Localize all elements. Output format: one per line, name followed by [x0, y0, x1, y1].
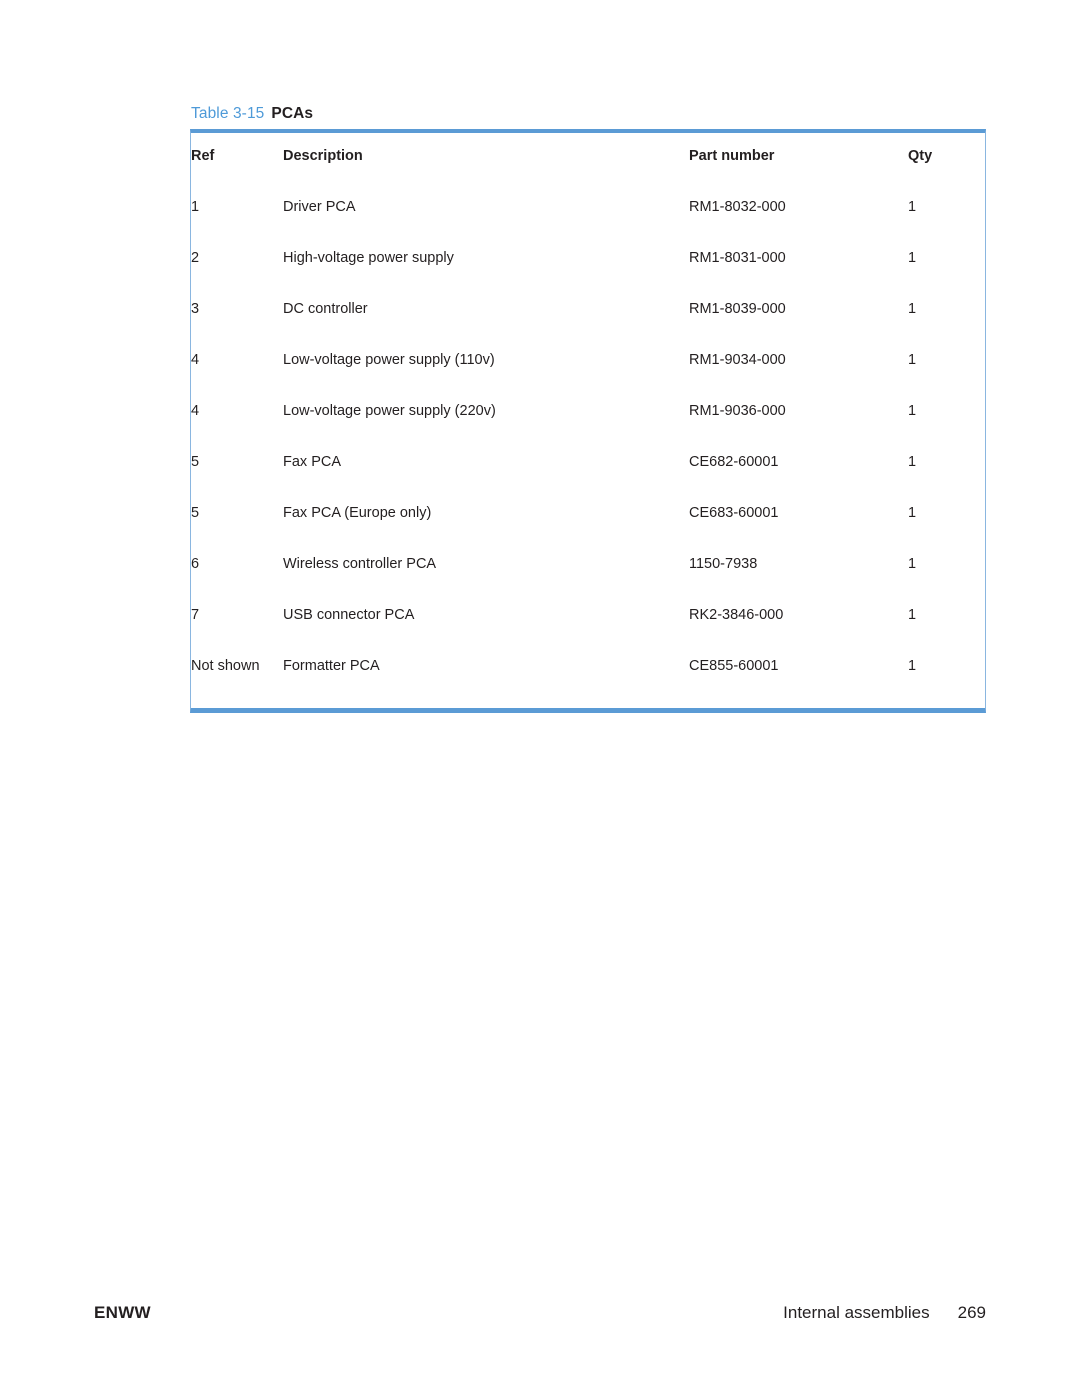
footer-chapter-title: Internal assemblies [783, 1303, 930, 1322]
footer-right-group: Internal assemblies 269 [783, 1303, 986, 1323]
column-header-part-number: Part number [689, 148, 775, 164]
cell-description: USB connector PCA [283, 607, 415, 623]
cell-ref: 7 [191, 607, 200, 623]
cell-ref: Not shown [191, 658, 260, 674]
table-caption-label: Table 3-15 [191, 105, 265, 122]
cell-ref: 5 [191, 454, 200, 470]
column-header-qty: Qty [908, 148, 933, 164]
cell-qty: 1 [908, 301, 917, 317]
parts-table-head: Ref Description Part number Qty [191, 133, 987, 182]
cell-ref: 6 [191, 556, 200, 572]
table-caption: Table 3-15 PCAs [191, 105, 313, 123]
table-header-row: Ref Description Part number Qty [191, 133, 987, 182]
cell-description: Wireless controller PCA [283, 556, 437, 572]
cell-part-number: CE682-60001 [689, 454, 779, 470]
table-row: Not shown Formatter PCA CE855-60001 1 [191, 641, 987, 708]
parts-table-body: 1 Driver PCA RM1-8032-000 1 2 High-voltage po… [191, 182, 987, 708]
table-row: 5 Fax PCA (Europe only) CE683-60001 1 [191, 488, 987, 539]
cell-part-number: RM1-9036-000 [689, 403, 786, 419]
cell-ref: 3 [191, 301, 200, 317]
cell-description: Low-voltage power supply (220v) [283, 403, 496, 419]
table-row: 5 Fax PCA CE682-60001 1 [191, 437, 987, 488]
cell-part-number: RM1-8039-000 [689, 301, 786, 317]
table-row: 4 Low-voltage power supply (110v) RM1-9034… [191, 335, 987, 386]
table-row: 2 High-voltage power supply RM1-8031-000 1 [191, 233, 987, 284]
cell-ref: 5 [191, 505, 200, 521]
cell-part-number: CE683-60001 [689, 505, 779, 521]
cell-description: Fax PCA (Europe only) [283, 505, 432, 521]
table-row: 4 Low-voltage power supply (220v) RM1-9036… [191, 386, 987, 437]
cell-part-number: CE855-60001 [689, 658, 779, 674]
cell-description: Formatter PCA [283, 658, 380, 674]
cell-qty: 1 [908, 454, 917, 470]
table-row: 1 Driver PCA RM1-8032-000 1 [191, 182, 987, 233]
cell-part-number: RM1-8032-000 [689, 199, 786, 215]
cell-part-number: RK2-3846-000 [689, 607, 784, 623]
footer-page-number: 269 [957, 1303, 986, 1322]
cell-qty: 1 [908, 403, 917, 419]
cell-qty: 1 [908, 199, 917, 215]
parts-table: Ref Description Part number Qty 1 Driver … [191, 133, 987, 708]
cell-ref: 2 [191, 250, 200, 266]
cell-description: Driver PCA [283, 199, 356, 215]
cell-part-number: RM1-8031-000 [689, 250, 786, 266]
cell-qty: 1 [908, 556, 917, 572]
cell-description: High-voltage power supply [283, 250, 454, 266]
cell-ref: 4 [191, 352, 200, 368]
cell-description: Low-voltage power supply (110v) [283, 352, 495, 368]
footer-enww-label: ENWW [94, 1303, 151, 1322]
cell-part-number: 1150-7938 [689, 556, 758, 572]
parts-table-container: Ref Description Part number Qty 1 Driver … [190, 129, 986, 713]
cell-part-number: RM1-9034-000 [689, 352, 786, 368]
table-row: 6 Wireless controller PCA 1150-7938 1 [191, 539, 987, 590]
cell-qty: 1 [908, 607, 917, 623]
column-header-description: Description [283, 148, 363, 164]
document-page: Table 3-15 PCAs Ref Description Part numb… [0, 0, 1080, 1397]
page-footer: ENWW Internal assemblies 269 [94, 1303, 986, 1329]
table-caption-title: PCAs [271, 105, 314, 122]
cell-qty: 1 [908, 250, 917, 266]
cell-description: Fax PCA [283, 454, 342, 470]
cell-description: DC controller [283, 301, 368, 317]
table-row: 7 USB connector PCA RK2-3846-000 1 [191, 590, 987, 641]
column-header-ref: Ref [191, 148, 215, 164]
cell-qty: 1 [908, 658, 917, 674]
cell-qty: 1 [908, 352, 917, 368]
table-row: 3 DC controller RM1-8039-000 1 [191, 284, 987, 335]
cell-qty: 1 [908, 505, 917, 521]
cell-ref: 1 [191, 199, 200, 215]
cell-ref: 4 [191, 403, 200, 419]
